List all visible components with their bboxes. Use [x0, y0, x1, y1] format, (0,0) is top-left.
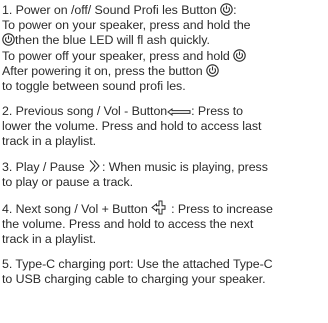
instruction-list: 1. Power on /off/ Sound Profi les Button… — [2, 3, 326, 297]
instruction-line: track in a playlist. — [2, 232, 97, 247]
instruction-line: to play or pause a track. — [2, 175, 133, 190]
instruction-line: 2. Previous song / Vol - Button: Press t… — [2, 103, 243, 118]
previous-minus-button-icon — [167, 107, 191, 117]
power-button-icon — [220, 3, 233, 16]
next-plus-button-icon — [151, 200, 171, 215]
instruction-line: then the blue LED will fl ash quickly. — [2, 33, 326, 48]
instruction-item-next: 4. Next song / Vol + Button : Press to i… — [2, 200, 326, 248]
power-button-icon — [233, 48, 246, 62]
instruction-line: To power on your speaker, press and hold… — [2, 18, 251, 33]
power-button-icon — [206, 64, 219, 77]
instruction-line: lower the volume. Press and hold to acce… — [2, 118, 262, 133]
play-pause-icon — [88, 159, 102, 173]
instruction-line: 1. Power on /off/ Sound Profi les Button… — [2, 3, 237, 17]
instruction-item-previous: 2. Previous song / Vol - Button: Press t… — [2, 104, 326, 150]
power-button-icon — [2, 33, 15, 47]
instruction-line: 5. Type-C charging port: Use the attache… — [2, 256, 273, 271]
instruction-line: track in a playlist. — [2, 134, 97, 149]
instruction-line: the volume. Press and hold to access the… — [2, 216, 254, 231]
instruction-line: To power off your speaker, press and hol… — [2, 49, 326, 64]
instruction-line: to USB charging cable to charging your s… — [2, 272, 266, 287]
instruction-line: to toggle between sound profi les. — [2, 79, 186, 94]
instruction-item-charging: 5. Type-C charging port: Use the attache… — [2, 257, 326, 287]
instruction-line: 3. Play / Pause : When music is playing,… — [2, 159, 268, 174]
instruction-line: 4. Next song / Vol + Button : Press to i… — [2, 200, 273, 216]
instruction-item-play: 3. Play / Pause : When music is playing,… — [2, 159, 326, 190]
instruction-line: After powering it on, press the button — [2, 64, 326, 79]
instruction-item-power: 1. Power on /off/ Sound Profi les Button… — [2, 3, 326, 94]
